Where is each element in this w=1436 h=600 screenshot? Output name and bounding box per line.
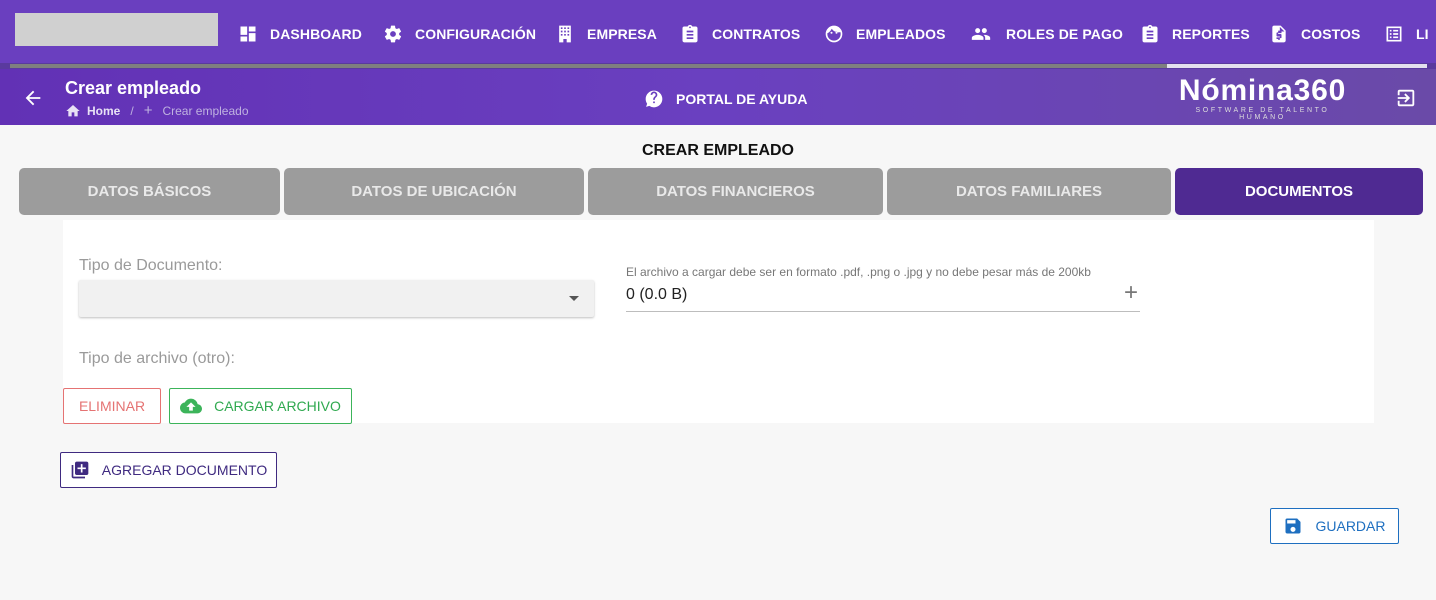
nav-item-label: LI: [1416, 26, 1429, 42]
cloud-upload-icon: [180, 398, 203, 414]
breadcrumb-separator: /: [130, 103, 134, 118]
logout-button[interactable]: [1395, 87, 1417, 109]
tab-datos-basicos[interactable]: DATOS BÁSICOS: [19, 168, 280, 215]
dropdown-caret-icon: [569, 296, 579, 301]
plus-icon: +: [143, 102, 153, 119]
face-icon: [825, 25, 843, 43]
scrollbar-track: [10, 64, 1167, 68]
back-button[interactable]: [22, 87, 44, 109]
scrollbar-thumb[interactable]: [1167, 64, 1427, 68]
tipo-documento-select[interactable]: [79, 280, 594, 317]
nav-item-costos[interactable]: COSTOS: [1269, 22, 1360, 46]
file-input-value: 0 (0.0 B): [626, 286, 688, 303]
help-portal-link[interactable]: PORTAL DE AYUDA: [644, 89, 807, 109]
group-icon: [971, 28, 991, 40]
tab-documentos[interactable]: DOCUMENTOS: [1175, 168, 1423, 215]
clipboard-icon: [1142, 24, 1158, 43]
clipboard-icon: [682, 24, 698, 43]
breadcrumb-home[interactable]: Home: [87, 104, 120, 118]
nav-item-label: DASHBOARD: [270, 26, 362, 42]
file-input[interactable]: 0 (0.0 B) +: [626, 281, 1140, 312]
home-icon: [66, 104, 80, 116]
gear-icon: [384, 25, 402, 43]
logout-icon: [1397, 89, 1415, 107]
delete-button-label: ELIMINAR: [78, 398, 146, 414]
help-bubble-icon: [645, 90, 663, 108]
tipo-documento-label: Tipo de Documento:: [79, 257, 223, 274]
delete-button[interactable]: ELIMINAR: [63, 388, 161, 424]
save-icon: [1285, 518, 1301, 534]
building-icon: [559, 25, 571, 43]
nav-item-label: REPORTES: [1172, 26, 1250, 42]
list-icon: [1386, 26, 1402, 42]
file-hint: El archivo a cargar debe ser en formato …: [626, 265, 1091, 279]
arrow-left-icon: [25, 90, 41, 106]
plus-icon[interactable]: +: [1124, 281, 1138, 305]
nav-item-label: EMPLEADOS: [856, 26, 946, 42]
nav-item-label: EMPRESA: [587, 26, 657, 42]
breadcrumb: Home / + Crear empleado: [65, 102, 249, 119]
nav-item-dashboard[interactable]: DASHBOARD: [238, 22, 362, 46]
nav-item-reportes[interactable]: REPORTES: [1140, 22, 1250, 46]
dashboard-icon: [240, 26, 256, 42]
save-label: GUARDAR: [1315, 518, 1386, 534]
nav-item-label: ROLES DE PAGO: [1006, 26, 1123, 42]
nav-item-label: CONTRATOS: [712, 26, 801, 42]
page-title: Crear empleado: [65, 78, 202, 98]
add-document-button[interactable]: AGREGAR DOCUMENTO: [60, 452, 277, 488]
nav-item-label: CONFIGURACIÓN: [415, 26, 537, 42]
brand-logo: Nómina360 SOFTWARE DE TALENTO HUMANO: [1170, 74, 1355, 122]
nav-item-contratos[interactable]: CONTRATOS: [680, 22, 800, 46]
nav-item-li[interactable]: LI: [1384, 22, 1429, 46]
save-button[interactable]: GUARDAR: [1270, 508, 1399, 544]
dollar-file-icon: [1272, 25, 1286, 43]
top-navigation: DASHBOARD CONFIGURACIÓN EMPRESA CONTRATO…: [0, 0, 1436, 68]
tab-datos-financieros[interactable]: DATOS FINANCIEROS: [588, 168, 883, 215]
brand-tagline: SOFTWARE DE TALENTO HUMANO: [1195, 107, 1330, 121]
help-label: PORTAL DE AYUDA: [676, 91, 808, 107]
brand-name: Nómina360: [1178, 74, 1347, 107]
breadcrumb-current: Crear empleado: [162, 103, 249, 118]
nav-item-configuracion[interactable]: CONFIGURACIÓN: [383, 22, 536, 46]
library-add-icon: [71, 461, 89, 479]
nav-item-roles-de-pago[interactable]: ROLES DE PAGO: [968, 22, 1123, 46]
tab-datos-familiares[interactable]: DATOS FAMILIARES: [887, 168, 1171, 215]
upload-file-button[interactable]: CARGAR ARCHIVO: [169, 388, 352, 424]
tab-datos-ubicacion[interactable]: DATOS DE UBICACIÓN: [284, 168, 584, 215]
page-header: Crear empleado Home / + Crear empleado P…: [0, 69, 1436, 125]
add-document-label: AGREGAR DOCUMENTO: [101, 462, 268, 478]
nav-item-empresa[interactable]: EMPRESA: [555, 22, 657, 46]
company-logo: [15, 13, 218, 46]
form-title: CREAR EMPLEADO: [641, 142, 794, 159]
tipo-archivo-label: Tipo de archivo (otro):: [79, 350, 235, 367]
upload-file-label: CARGAR ARCHIVO: [214, 398, 341, 414]
nav-item-label: COSTOS: [1301, 26, 1361, 42]
nav-item-empleados[interactable]: EMPLEADOS: [824, 22, 946, 46]
